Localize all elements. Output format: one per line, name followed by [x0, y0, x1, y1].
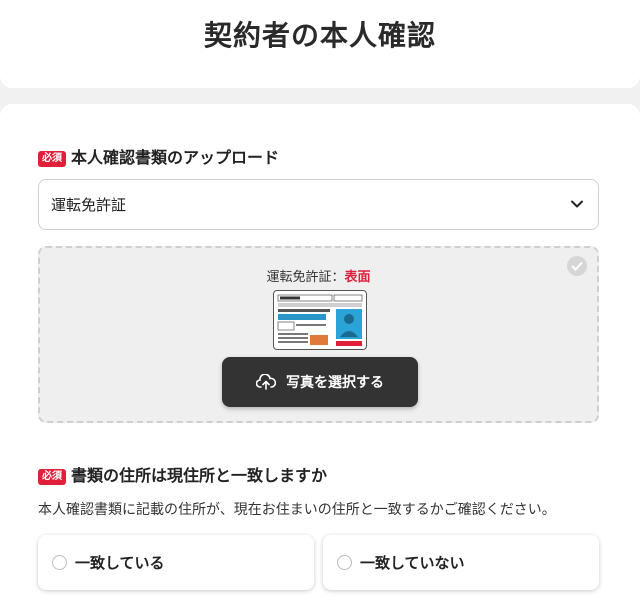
upload-dropzone[interactable]: 運転免許証：表面 写真を選択する	[38, 246, 599, 423]
license-sample-image	[273, 290, 367, 350]
select-photo-label: 写真を選択する	[286, 375, 384, 391]
document-upload-label-text: 本人確認書類のアップロード	[71, 148, 280, 167]
radio-option-label: 一致している	[75, 554, 165, 572]
upload-caption-side: 表面	[344, 270, 371, 285]
select-photo-button[interactable]: 写真を選択する	[222, 357, 418, 407]
radio-option-match[interactable]: 一致している	[38, 535, 314, 590]
chevron-down-icon	[571, 200, 583, 208]
address-match-label-text: 書類の住所は現住所と一致しますか	[71, 466, 328, 485]
upload-cloud-icon	[256, 374, 276, 390]
upload-side-caption: 運転免許証：表面	[40, 266, 597, 285]
document-type-value: 運転免許証	[51, 196, 127, 214]
required-badge: 必須	[38, 150, 66, 167]
address-match-label: 必須 書類の住所は現住所と一致しますか	[38, 462, 327, 486]
document-upload-label: 必須 本人確認書類のアップロード	[38, 144, 279, 168]
address-match-helper: 本人確認書類に記載の住所が、現在お住まいの住所と一致するかご確認ください。	[38, 502, 556, 518]
radio-option-no-match[interactable]: 一致していない	[323, 535, 599, 590]
radio-circle[interactable]	[337, 555, 352, 570]
radio-option-label: 一致していない	[360, 554, 465, 572]
document-type-select[interactable]: 運転免許証	[38, 179, 599, 230]
required-badge: 必須	[38, 468, 66, 485]
upload-caption-prefix: 運転免許証：	[266, 270, 345, 285]
page-title: 契約者の本人確認	[203, 19, 436, 52]
radio-circle[interactable]	[52, 555, 67, 570]
header-card: 契約者の本人確認	[0, 0, 640, 88]
